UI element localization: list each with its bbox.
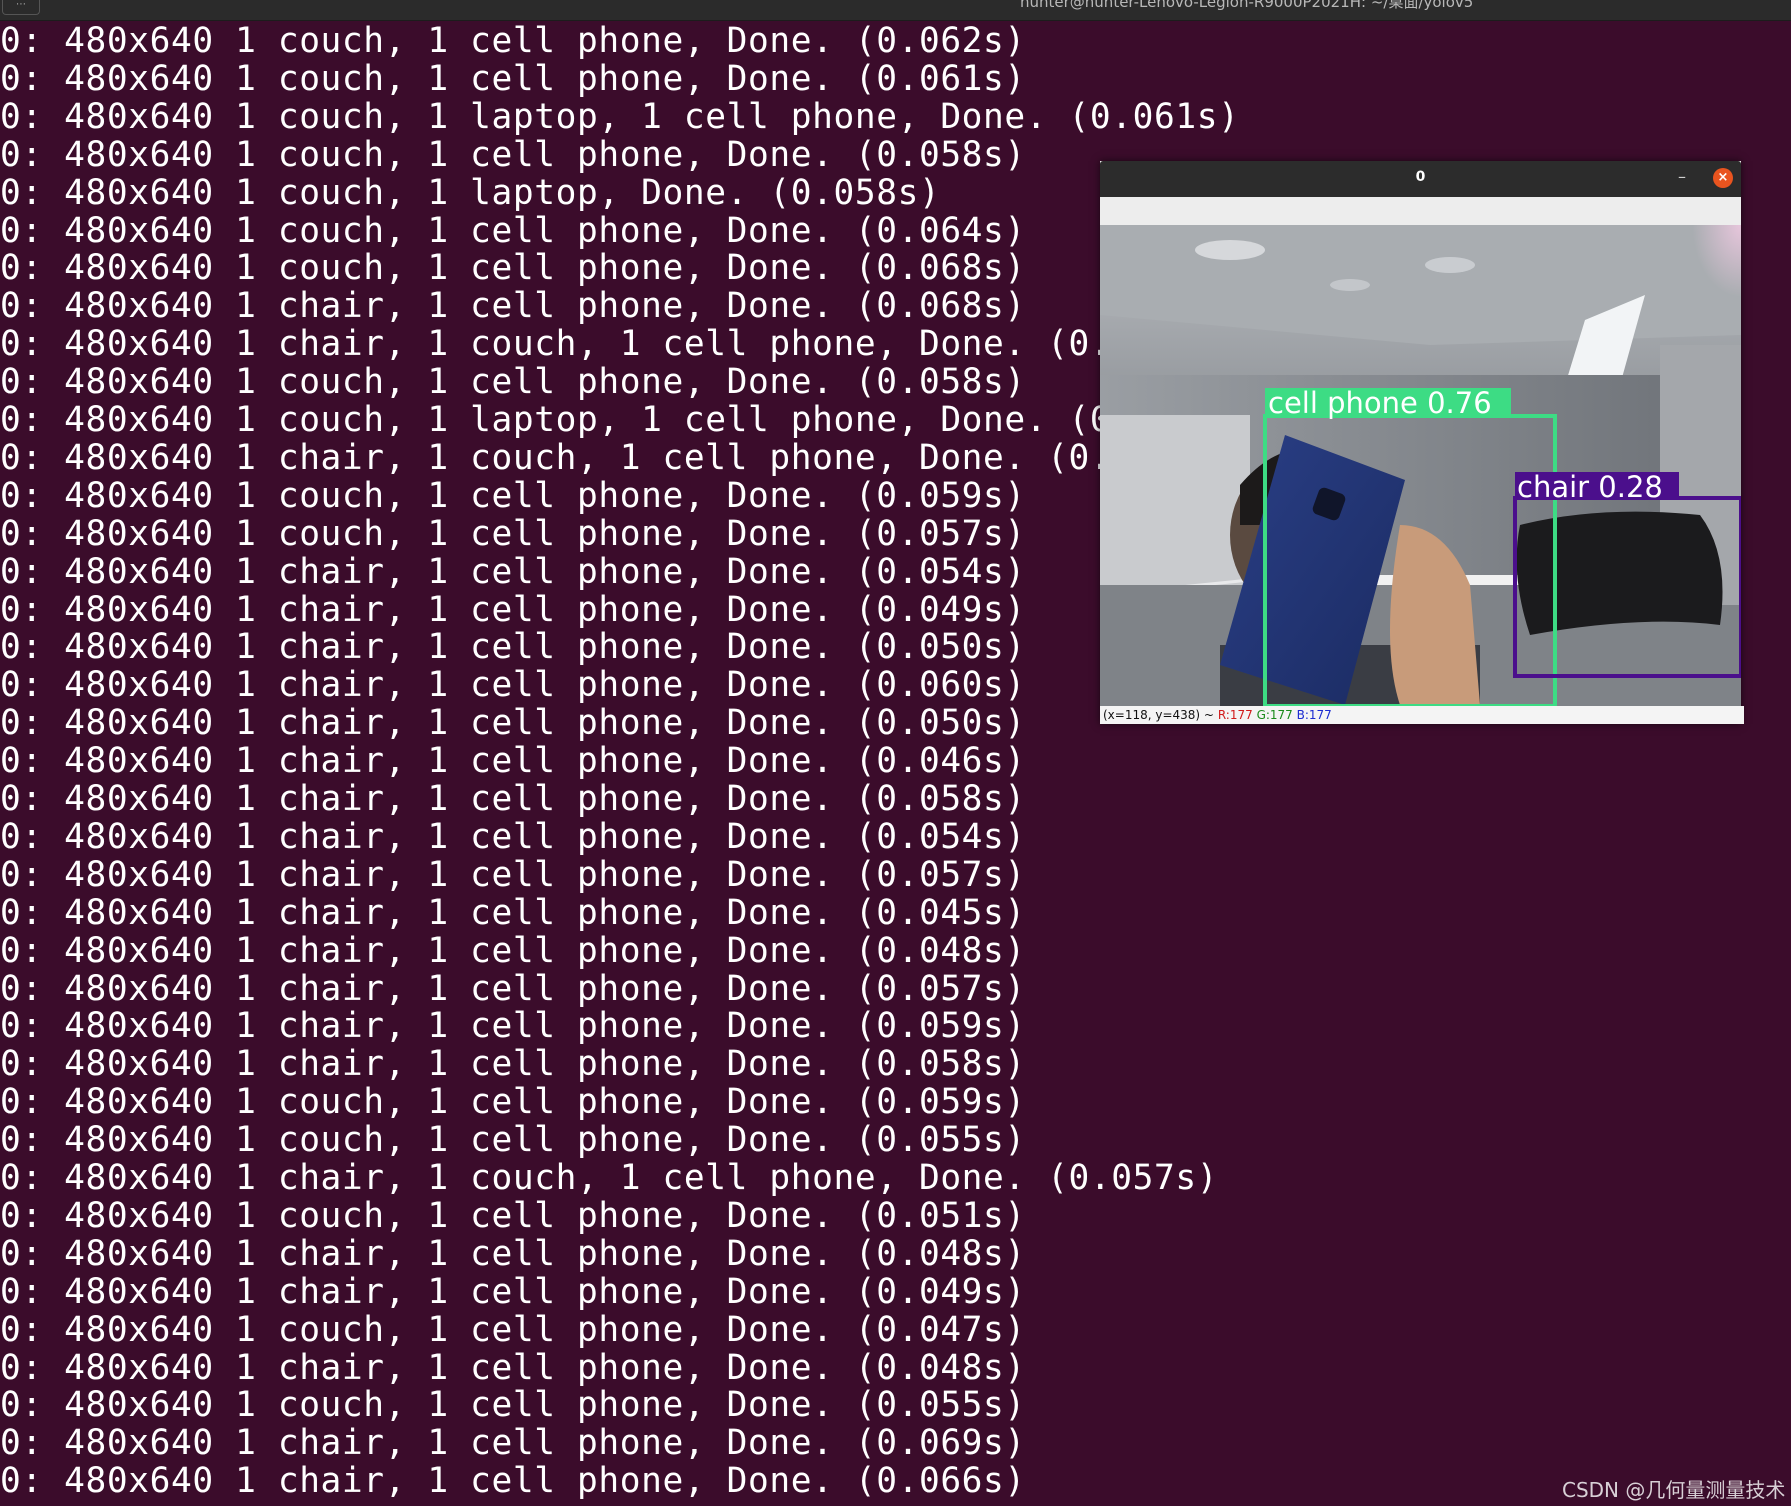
chair-cushion bbox=[1516, 511, 1723, 635]
terminal-line: 0: 480x640 1 couch, 1 cell phone, Done. … bbox=[0, 58, 1026, 99]
terminal-line: 0: 480x640 1 couch, 1 cell phone, Done. … bbox=[0, 1120, 1026, 1161]
terminal-menu-icon[interactable]: ⋯ bbox=[2, 0, 40, 15]
terminal-line: 0: 480x640 1 couch, 1 cell phone, Done. … bbox=[0, 1309, 1026, 1350]
terminal-line: 0: 480x640 1 chair, 1 cell phone, Done. … bbox=[0, 779, 1026, 819]
terminal-line: 0: 480x640 1 chair, 1 cell phone, Done. … bbox=[0, 930, 1026, 971]
terminal-line: 0: 480x640 1 couch, 1 cell phone, Done. … bbox=[0, 362, 1026, 403]
terminal-line: 0: 480x640 1 chair, 1 cell phone, Done. … bbox=[0, 892, 1026, 933]
terminal-line: 0: 480x640 1 chair, 1 cell phone, Done. … bbox=[0, 1347, 1026, 1388]
chair-label: chair 0.28 bbox=[1517, 470, 1663, 504]
pixel-b: B:177 bbox=[1296, 708, 1332, 722]
terminal-line: 0: 480x640 1 chair, 1 cell phone, Done. … bbox=[0, 551, 1026, 592]
pixel-r: R:177 bbox=[1217, 708, 1253, 722]
terminal-line: 0: 480x640 1 couch, 1 cell phone, Done. … bbox=[0, 248, 1026, 289]
terminal-line: 0: 480x640 1 chair, 1 cell phone, Done. … bbox=[0, 1271, 1026, 1312]
terminal-line: 0: 480x640 1 chair, 1 couch, 1 cell phon… bbox=[0, 1158, 1219, 1198]
terminal-line: 0: 480x640 1 couch, 1 cell phone, Done. … bbox=[0, 134, 1026, 175]
window-blinds bbox=[1100, 415, 1250, 595]
terminal-line: 0: 480x640 1 chair, 1 cell phone, Done. … bbox=[0, 1233, 1026, 1274]
viewer-titlebar[interactable]: 0 – × bbox=[1100, 161, 1741, 197]
cursor-coords: (x=118, y=438) ~ bbox=[1103, 708, 1214, 722]
close-icon[interactable]: × bbox=[1713, 168, 1733, 188]
terminal-line: 0: 480x640 1 couch, 1 cell phone, Done. … bbox=[0, 475, 1026, 516]
ceiling-fixture-b bbox=[1425, 257, 1475, 273]
watermark: CSDN @几何量测量技术 bbox=[1562, 1478, 1786, 1502]
minimize-icon[interactable]: – bbox=[1678, 167, 1686, 186]
terminal-line: 0: 480x640 1 couch, 1 laptop, 1 cell pho… bbox=[0, 400, 1240, 440]
cell-phone-label: cell phone 0.76 bbox=[1268, 386, 1492, 420]
terminal-line: 0: 480x640 1 chair, 1 cell phone, Done. … bbox=[0, 1461, 1026, 1502]
terminal-titlebar: ⋯ hunter@hunter-Lenovo-Legion-R9000P2021… bbox=[0, 0, 1791, 21]
terminal-line: 0: 480x640 1 chair, 1 cell phone, Done. … bbox=[0, 703, 1026, 744]
terminal-line: 0: 480x640 1 couch, 1 cell phone, Done. … bbox=[0, 1195, 1026, 1236]
terminal-line: 0: 480x640 1 chair, 1 cell phone, Done. … bbox=[0, 1006, 1026, 1047]
viewer-toolbar bbox=[1100, 197, 1741, 225]
terminal-line: 0: 480x640 1 couch, 1 cell phone, Done. … bbox=[0, 1385, 1026, 1426]
terminal-line: 0: 480x640 1 chair, 1 cell phone, Done. … bbox=[0, 627, 1026, 668]
terminal-line: 0: 480x640 1 chair, 1 couch, 1 cell phon… bbox=[0, 324, 1219, 365]
terminal-line: 0: 480x640 1 couch, 1 laptop, Done. (0.0… bbox=[0, 172, 941, 213]
detection-frame: cell phone 0.76 chair 0.28 bbox=[1100, 225, 1741, 706]
terminal-line: 0: 480x640 1 chair, 1 cell phone, Done. … bbox=[0, 1423, 1026, 1464]
terminal-line: 0: 480x640 1 chair, 1 cell phone, Done. … bbox=[0, 665, 1026, 706]
terminal-line: 0: 480x640 1 chair, 1 cell phone, Done. … bbox=[0, 854, 1026, 895]
viewer-status-bar: (x=118, y=438) ~ R:177 G:177 B:177 bbox=[1100, 706, 1744, 724]
terminal-line: 0: 480x640 1 couch, 1 laptop, 1 cell pho… bbox=[0, 96, 1240, 137]
terminal-line: 0: 480x640 1 chair, 1 cell phone, Done. … bbox=[0, 741, 1026, 782]
terminal-line: 0: 480x640 1 couch, 1 cell phone, Done. … bbox=[0, 210, 1026, 251]
terminal-line: 0: 480x640 1 chair, 1 cell phone, Done. … bbox=[0, 816, 1026, 857]
terminal-line: 0: 480x640 1 couch, 1 cell phone, Done. … bbox=[0, 22, 1026, 61]
terminal-line: 0: 480x640 1 couch, 1 cell phone, Done. … bbox=[0, 1082, 1026, 1123]
pixel-g: G:177 bbox=[1256, 708, 1293, 722]
ceiling-fixture-c bbox=[1330, 279, 1370, 291]
ceiling-fixture-a bbox=[1195, 240, 1265, 260]
terminal-line: 0: 480x640 1 chair, 1 cell phone, Done. … bbox=[0, 968, 1026, 1009]
terminal-line: 0: 480x640 1 chair, 1 couch, 1 cell phon… bbox=[0, 437, 1219, 478]
terminal-line: 0: 480x640 1 chair, 1 cell phone, Done. … bbox=[0, 286, 1026, 327]
viewer-title: 0 bbox=[1415, 169, 1426, 185]
terminal-line: 0: 480x640 1 chair, 1 cell phone, Done. … bbox=[0, 1044, 1026, 1085]
terminal-title: hunter@hunter-Lenovo-Legion-R9000P2021H:… bbox=[1020, 0, 1474, 11]
image-viewer-window[interactable]: 0 – × cell phone 0.76 chair 0.28 (x=118,… bbox=[1100, 161, 1744, 724]
ceiling-light-glow bbox=[1660, 225, 1741, 345]
detection-image[interactable]: cell phone 0.76 chair 0.28 bbox=[1100, 225, 1741, 706]
terminal-line: 0: 480x640 1 chair, 1 cell phone, Done. … bbox=[0, 589, 1026, 630]
terminal-line: 0: 480x640 1 couch, 1 cell phone, Done. … bbox=[0, 513, 1026, 554]
